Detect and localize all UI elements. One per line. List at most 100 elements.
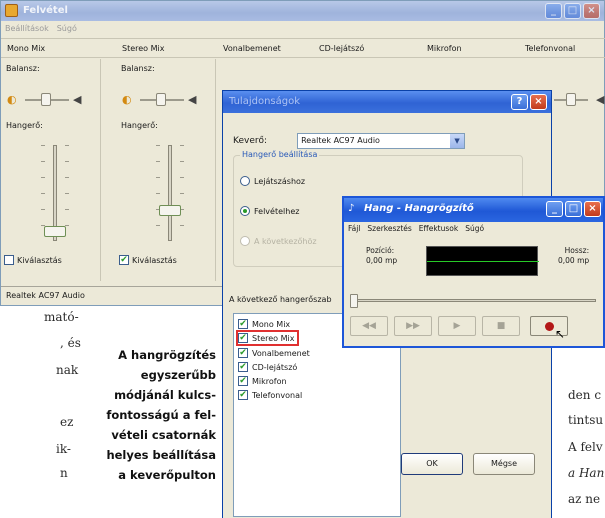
seek-slider[interactable]: [350, 294, 598, 308]
record-button[interactable]: ↖: [530, 316, 568, 341]
properties-titlebar[interactable]: Tulajdonságok ? ×: [223, 91, 551, 113]
radio-selected-icon[interactable]: [240, 206, 250, 216]
radio-playback[interactable]: Lejátszáshoz: [240, 176, 305, 186]
recorder-caption-buttons: _ □ ×: [546, 201, 601, 217]
select-checkbox[interactable]: ✔ Kiválasztás: [119, 255, 177, 265]
seek-thumb[interactable]: [350, 294, 358, 308]
checkbox-checked-icon[interactable]: ✔: [238, 362, 248, 372]
stop-button[interactable]: ■: [482, 316, 520, 336]
checkbox-checked-icon[interactable]: ✔: [238, 333, 248, 343]
balance-thumb[interactable]: [566, 93, 576, 106]
list-item[interactable]: ✔ Telefonvonal: [238, 389, 302, 401]
balance-thumb[interactable]: [41, 93, 51, 106]
recorder-titlebar[interactable]: ♪ Hang - Hangrögzítő _ □ ×: [344, 198, 603, 222]
checkbox-checked-icon[interactable]: ✔: [238, 390, 248, 400]
sound-recorder-window: ♪ Hang - Hangrögzítő _ □ × Fájl Szerkesz…: [342, 196, 605, 348]
body-text-right-3: A felv: [568, 440, 603, 454]
volume-slider[interactable]: [148, 145, 198, 243]
mixer-column-headers: Mono Mix Stereo Mix Vonalbemenet CD-lejá…: [1, 38, 605, 58]
properties-title: Tulajdonságok: [229, 96, 301, 107]
position-label: Pozíció:: [366, 246, 395, 255]
list-item[interactable]: ✔ CD-lejátszó: [238, 361, 297, 373]
menu-help[interactable]: Súgó: [57, 21, 77, 36]
balance-slider[interactable]: ◐ ◀: [122, 93, 212, 107]
caption-line: egyszerűbb: [140, 368, 216, 382]
radio-icon[interactable]: [240, 236, 250, 246]
list-item-label: Mono Mix: [252, 319, 291, 329]
recorder-menubar: Fájl Szerkesztés Effektusok Súgó: [344, 222, 603, 236]
list-item[interactable]: ✔ Mono Mix: [238, 318, 290, 330]
fast-forward-button[interactable]: ▶▶: [394, 316, 432, 336]
checkbox-checked-icon[interactable]: ✔: [238, 319, 248, 329]
radio-other[interactable]: A következőhöz: [240, 236, 317, 246]
play-button[interactable]: ▶: [438, 316, 476, 336]
body-text-left-2: , és: [60, 336, 81, 350]
list-item-label: Mikrofon: [252, 376, 287, 386]
checkbox-icon[interactable]: [4, 255, 14, 265]
balance-slider[interactable]: ◐ ◀: [7, 93, 97, 107]
radio-recording[interactable]: Felvételhez: [240, 206, 299, 216]
list-item[interactable]: ✔ Mikrofon: [238, 375, 287, 387]
minimize-icon[interactable]: _: [546, 201, 563, 217]
speaker-left-icon: ◐: [122, 93, 132, 106]
list-item-label: Telefonvonal: [252, 390, 303, 400]
cancel-button[interactable]: Mégse: [473, 453, 535, 475]
mixer-titlebar[interactable]: Felvétel _ □ ×: [1, 1, 604, 21]
balance-slider-phone[interactable]: ◀: [546, 93, 605, 107]
select-label: Kiválasztás: [132, 255, 177, 265]
mixer-title: Felvétel: [23, 5, 68, 16]
properties-caption-buttons: ? ×: [511, 94, 547, 110]
checkbox-checked-icon[interactable]: ✔: [238, 348, 248, 358]
list-item[interactable]: ✔ Vonalbemenet: [238, 347, 310, 359]
radio-label: A következőhöz: [254, 236, 317, 246]
menu-help[interactable]: Súgó: [465, 222, 484, 236]
group-label: Hangerő beállítása: [240, 150, 320, 159]
column-mono-mix: Mono Mix: [7, 44, 46, 53]
radio-icon[interactable]: [240, 176, 250, 186]
checkbox-checked-icon[interactable]: ✔: [119, 255, 129, 265]
select-checkbox[interactable]: Kiválasztás: [4, 255, 62, 265]
maximize-icon[interactable]: □: [565, 201, 582, 217]
list-item-highlighted[interactable]: ✔ Stereo Mix: [235, 330, 300, 346]
position-readout: Pozíció: 0,00 mp: [366, 246, 397, 266]
column-stereo-mix: Stereo Mix: [122, 44, 165, 53]
list-item-label: Vonalbemenet: [252, 348, 310, 358]
minimize-icon[interactable]: _: [545, 3, 562, 19]
close-icon[interactable]: ×: [530, 94, 547, 110]
recorder-title: Hang - Hangrögzítő: [364, 203, 474, 214]
chevron-down-icon[interactable]: ▼: [450, 134, 465, 148]
maximize-icon[interactable]: □: [564, 3, 581, 19]
menu-effects[interactable]: Effektusok: [419, 222, 458, 236]
speaker-left-icon: ◐: [7, 93, 17, 106]
position-value: 0,00 mp: [366, 256, 398, 265]
caption-line: a keverőpulton: [118, 468, 216, 482]
volume-label: Hangerő:: [121, 121, 158, 130]
menu-edit[interactable]: Szerkesztés: [367, 222, 411, 236]
microphone-icon: ♪: [348, 203, 355, 214]
close-icon[interactable]: ×: [584, 201, 601, 217]
caption-line: A hangrögzítés: [118, 348, 216, 362]
speaker-right-icon: ◀: [73, 93, 82, 106]
column-phone-line: Telefonvonal: [525, 44, 576, 53]
volume-thumb[interactable]: [44, 226, 66, 237]
length-label: Hossz:: [564, 246, 590, 255]
balance-label: Balansz:: [6, 64, 40, 73]
status-text: Realtek AC97 Audio: [6, 291, 85, 300]
rewind-button[interactable]: ◀◀: [350, 316, 388, 336]
volume-thumb[interactable]: [159, 205, 181, 216]
balance-thumb[interactable]: [156, 93, 166, 106]
body-text-right-1: den c: [568, 388, 602, 402]
mixer-device-select[interactable]: Realtek AC97 Audio ▼: [297, 133, 466, 149]
close-icon[interactable]: ×: [583, 3, 600, 19]
help-icon[interactable]: ?: [511, 94, 528, 110]
menu-file[interactable]: Fájl: [348, 222, 360, 236]
body-text-right-2: tintsu: [568, 413, 604, 427]
record-icon: [545, 322, 554, 331]
volume-slider[interactable]: [33, 145, 83, 243]
checkbox-checked-icon[interactable]: ✔: [238, 376, 248, 386]
list-item-label: CD-lejátszó: [252, 362, 298, 372]
controls-list-label: A következő hangerőszab: [229, 295, 332, 304]
menu-settings[interactable]: Beállítások: [5, 21, 49, 36]
ok-button[interactable]: OK: [401, 453, 463, 475]
body-text-left-5: ik-: [56, 442, 71, 456]
